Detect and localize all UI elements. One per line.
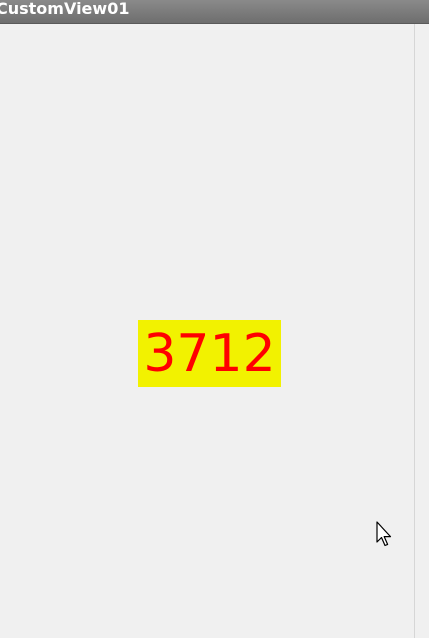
- mouse-pointer-icon: [376, 521, 392, 547]
- screen-edge-divider: [414, 24, 415, 638]
- title-bar: CustomView01: [0, 0, 429, 24]
- custom-view-number: 3712: [143, 323, 276, 384]
- custom-view-number-box[interactable]: 3712: [138, 320, 281, 387]
- window-title: CustomView01: [0, 0, 130, 18]
